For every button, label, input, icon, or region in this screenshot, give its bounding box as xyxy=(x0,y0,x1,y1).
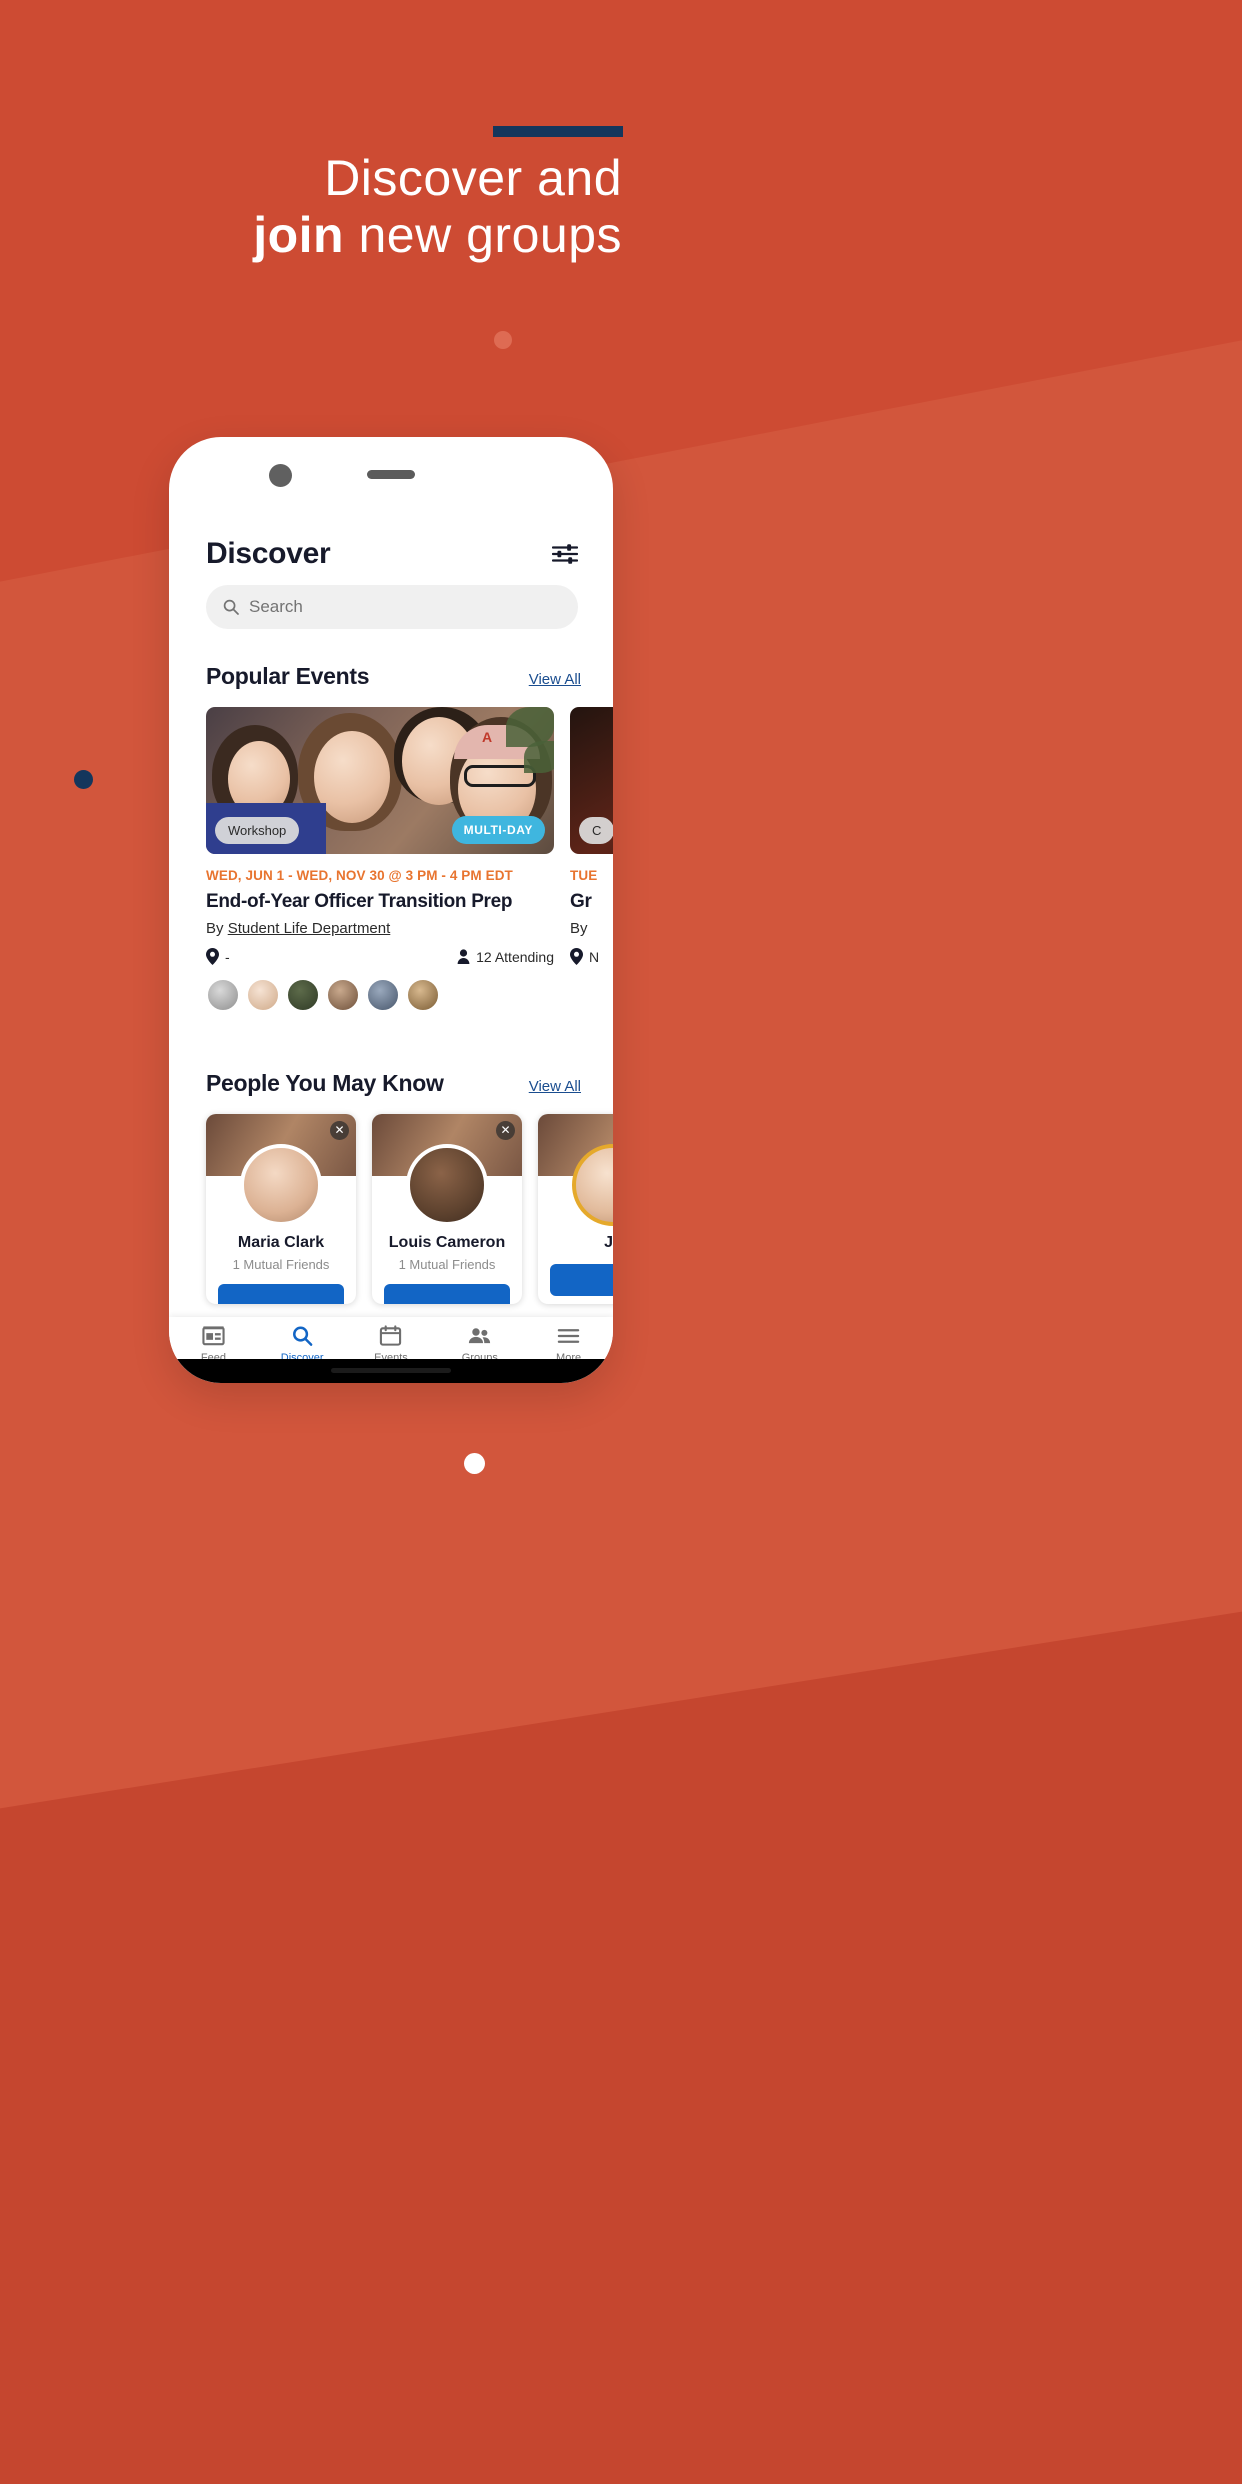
carousel-page-indicator[interactable] xyxy=(464,1453,485,1474)
search-placeholder: Search xyxy=(249,597,303,616)
home-indicator[interactable] xyxy=(331,1368,451,1373)
event-location: - xyxy=(206,948,230,965)
view-all-people-link[interactable]: View All xyxy=(529,1078,581,1095)
person-icon xyxy=(457,949,470,964)
person-card[interactable]: ✕ Louis Cameron 1 Mutual Friends xyxy=(372,1114,522,1304)
event-card[interactable]: A Workshop MULTI-DAY WED, JUN 1 - WED, N… xyxy=(206,707,554,1012)
section-header-popular-events: Popular Events View All xyxy=(206,663,581,690)
connect-button[interactable] xyxy=(384,1284,510,1304)
headline-bold-word: join xyxy=(253,207,345,263)
feed-icon xyxy=(202,1326,225,1346)
event-location: N xyxy=(570,948,599,965)
avatar xyxy=(406,1144,488,1226)
phone-speaker xyxy=(367,470,415,479)
section-header-people: People You May Know View All xyxy=(206,1070,581,1097)
avatar[interactable] xyxy=(206,978,240,1012)
section-title: Popular Events xyxy=(206,663,370,689)
close-icon[interactable]: ✕ xyxy=(496,1121,515,1140)
avatar[interactable] xyxy=(246,978,280,1012)
event-location-text: - xyxy=(225,948,230,965)
event-meta-row: N xyxy=(570,948,613,965)
person-name: Maria Clark xyxy=(237,1234,325,1251)
event-card[interactable]: C TUE Gr By N xyxy=(570,707,613,1007)
event-image: A Workshop MULTI-DAY xyxy=(206,707,554,854)
hamburger-icon xyxy=(557,1329,580,1343)
headline-line-1: Discover and xyxy=(324,150,622,206)
app-header: Discover xyxy=(206,531,578,577)
app-screen: Discover Search Popular Events View All … xyxy=(169,437,613,1383)
person-mutual-friends: 1 Mutual Friends xyxy=(398,1257,496,1272)
event-category-tag: Workshop xyxy=(215,817,300,844)
person-mutual-friends: 1 Mutual Friends xyxy=(232,1257,330,1272)
decorative-dot-navy xyxy=(74,770,93,789)
connect-button[interactable] xyxy=(550,1264,613,1296)
event-date: TUE xyxy=(570,868,598,883)
event-title[interactable]: Gr xyxy=(570,891,613,913)
search-icon xyxy=(223,599,239,615)
sliders-icon[interactable] xyxy=(552,543,578,565)
event-meta-row: - 12 Attending xyxy=(206,948,554,965)
avatar[interactable] xyxy=(406,978,440,1012)
event-image: C xyxy=(570,707,613,854)
view-all-events-link[interactable]: View All xyxy=(529,671,581,688)
phone-camera-dot xyxy=(269,464,292,487)
photo-cap-logo: A xyxy=(482,729,493,745)
event-by-prefix: By xyxy=(206,920,228,937)
close-icon[interactable]: ✕ xyxy=(330,1121,349,1140)
event-multiday-tag: MULTI-DAY xyxy=(451,816,545,844)
search-icon xyxy=(292,1326,313,1346)
event-by-prefix: By xyxy=(570,920,588,937)
map-pin-icon xyxy=(570,948,583,965)
event-organizer: By xyxy=(570,920,613,937)
event-org-link[interactable]: Student Life Department xyxy=(228,920,391,937)
promo-headline: Discover and join new groups xyxy=(0,150,622,264)
phone-mockup: Discover Search Popular Events View All … xyxy=(169,437,613,1383)
avatar xyxy=(240,1144,322,1226)
event-attendee-avatars[interactable] xyxy=(206,978,554,1012)
event-category-tag: C xyxy=(579,817,613,844)
photo-foliage xyxy=(524,741,554,773)
person-card[interactable]: Je xyxy=(538,1114,613,1304)
avatar[interactable] xyxy=(366,978,400,1012)
people-icon xyxy=(469,1328,491,1344)
person-name: Louis Cameron xyxy=(388,1234,506,1251)
event-organizer: By Student Life Department xyxy=(206,920,554,937)
avatar[interactable] xyxy=(286,978,320,1012)
event-attending-text: 12 Attending xyxy=(476,948,554,965)
event-attending: 12 Attending xyxy=(457,949,554,965)
page-title: Discover xyxy=(206,537,331,570)
events-carousel[interactable]: A Workshop MULTI-DAY WED, JUN 1 - WED, N… xyxy=(206,707,613,1012)
avatar[interactable] xyxy=(326,978,360,1012)
map-pin-icon xyxy=(206,948,219,965)
accent-bar xyxy=(493,126,623,137)
search-input[interactable]: Search xyxy=(206,585,578,629)
calendar-icon xyxy=(380,1325,402,1346)
decorative-dot-light xyxy=(494,331,512,349)
people-carousel[interactable]: ✕ Maria Clark 1 Mutual Friends ✕ Louis C… xyxy=(206,1114,613,1304)
event-title[interactable]: End-of-Year Officer Transition Prep xyxy=(206,891,554,913)
event-location-text: N xyxy=(589,948,600,965)
person-name: Je xyxy=(604,1234,613,1251)
headline-line-2-rest: new groups xyxy=(344,207,622,263)
connect-button[interactable] xyxy=(218,1284,344,1304)
event-date: WED, JUN 1 - WED, NOV 30 @ 3 PM - 4 PM E… xyxy=(206,868,513,883)
section-title: People You May Know xyxy=(206,1070,444,1096)
person-card[interactable]: ✕ Maria Clark 1 Mutual Friends xyxy=(206,1114,356,1304)
